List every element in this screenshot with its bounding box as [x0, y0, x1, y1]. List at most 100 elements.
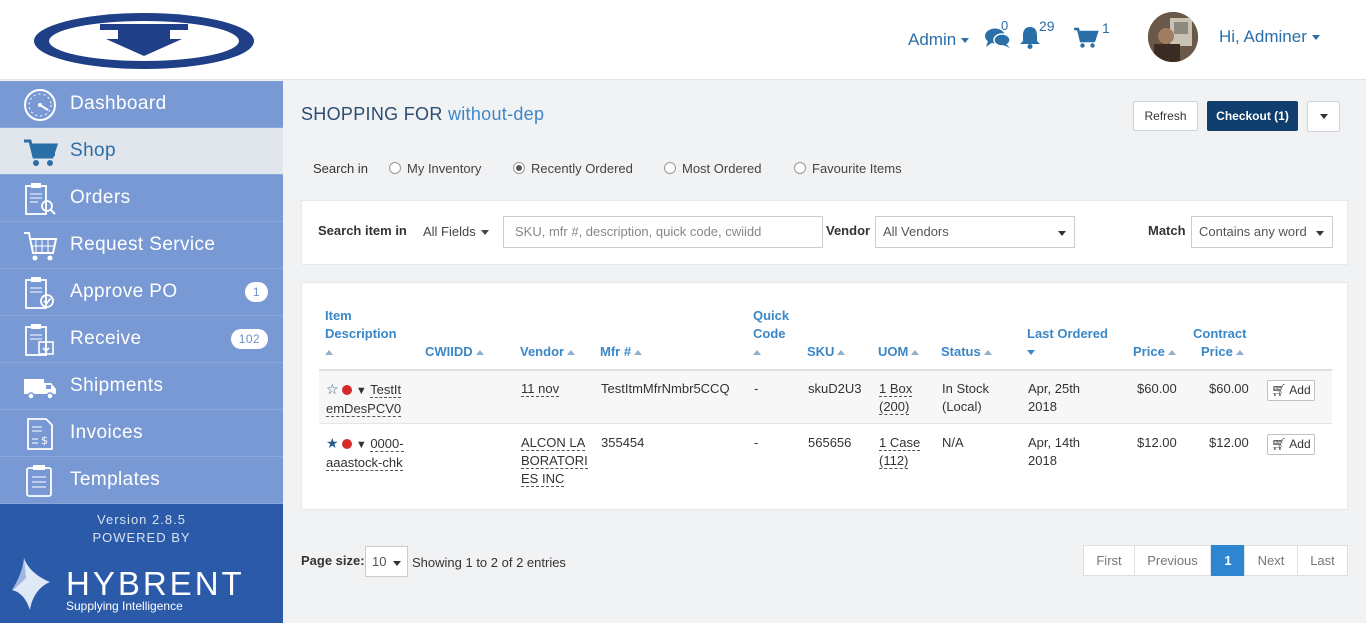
header-quick-code[interactable]: Quick Code: [753, 307, 789, 361]
mfr-cell: 355454: [601, 435, 645, 450]
vendor-cell: 11 nov: [521, 380, 560, 398]
uom-link[interactable]: 1 Case: [879, 435, 921, 451]
header-sku[interactable]: SKU: [807, 343, 846, 361]
dashboard-gauge-icon: [24, 89, 56, 121]
header-vendor[interactable]: Vendor: [520, 343, 576, 361]
radio-circle: [389, 162, 401, 174]
admin-menu[interactable]: Admin: [908, 30, 970, 50]
previous-page-button[interactable]: Previous: [1134, 545, 1211, 576]
vendor-select[interactable]: All Vendors: [875, 216, 1075, 248]
header-text-wrap: Price: [1201, 343, 1246, 361]
sidebar-footer: Version 2.8.5 POWERED BY HYBRENT Supplyi…: [0, 504, 283, 623]
search-filter-panel: Search item in All Fields SKU, mfr #, de…: [301, 200, 1348, 265]
checkout-options-dropdown[interactable]: [1307, 101, 1340, 132]
radio-circle: [794, 162, 806, 174]
header-status[interactable]: Status: [941, 343, 992, 361]
cart-icon[interactable]: [1073, 27, 1099, 49]
header-last-ordered[interactable]: Last Ordered: [1027, 325, 1108, 361]
status-text: In Stock: [942, 381, 989, 396]
last-ordered-cell: Apr, 14th 2018: [1028, 434, 1080, 470]
receive-clipboard-icon: [25, 324, 54, 356]
app-version: Version 2.8.5: [97, 512, 186, 527]
items-table: Item Description CWIIDD Vendor Mfr # Quic…: [301, 282, 1348, 510]
match-select[interactable]: Contains any word: [1191, 216, 1333, 248]
header-cwiidd[interactable]: CWIIDD: [425, 343, 484, 361]
radio-my-inventory[interactable]: My Inventory: [389, 161, 481, 176]
item-description-link[interactable]: aaastock-chk: [326, 455, 403, 471]
refresh-button[interactable]: Refresh: [1133, 101, 1198, 131]
radio-favourite-items[interactable]: Favourite Items: [794, 161, 902, 176]
sidebar-item-templates[interactable]: Templates: [0, 457, 283, 504]
header-text: SKU: [807, 344, 835, 359]
sidebar-item-label: Orders: [70, 187, 131, 208]
price-cell: $12.00: [1137, 435, 1177, 450]
sidebar-item-invoices[interactable]: $ Invoices: [0, 410, 283, 457]
last-page-button[interactable]: Last: [1297, 545, 1348, 576]
chevron-down-icon[interactable]: ▼: [356, 382, 367, 400]
last-ordered-text: Apr, 25th: [1028, 381, 1081, 396]
red-status-dot-icon: [342, 385, 353, 395]
item-description-link[interactable]: emDesPCV0: [326, 401, 402, 417]
user-menu[interactable]: Hi, Adminer: [1219, 27, 1320, 47]
vendor-link[interactable]: 11 nov: [521, 381, 560, 397]
uom-cell: 1 Box (200): [879, 380, 913, 416]
main-content: SHOPPING FOR without-dep Refresh Checkou…: [283, 81, 1366, 623]
add-to-cart-button[interactable]: 🛒︎ Add: [1267, 434, 1315, 455]
sidebar-item-orders[interactable]: Orders: [0, 175, 283, 222]
vendor-link[interactable]: ES INC: [521, 471, 565, 487]
sort-asc-icon: [1167, 350, 1176, 356]
page-size-select[interactable]: 10: [365, 546, 408, 577]
showing-entries-text: Showing 1 to 2 of 2 entries: [412, 555, 566, 570]
orders-clipboard-icon: [25, 183, 56, 215]
sidebar-item-receive[interactable]: Receive 102: [0, 316, 283, 363]
radio-circle: [664, 162, 676, 174]
brand-tagline: Supplying Intelligence: [66, 599, 183, 613]
brand-name: HYBRENT: [66, 565, 245, 602]
search-input[interactable]: SKU, mfr #, description, quick code, cwi…: [503, 216, 823, 248]
add-to-cart-button[interactable]: 🛒︎ Add: [1267, 380, 1315, 401]
star-filled-icon[interactable]: ★: [326, 435, 339, 451]
item-description-cell: ★ ▼ 0000- aaastock-chk: [326, 434, 404, 472]
current-page-button[interactable]: 1: [1211, 545, 1245, 576]
star-outline-icon[interactable]: ☆: [326, 381, 339, 397]
radio-recently-ordered[interactable]: Recently Ordered: [513, 161, 633, 176]
header-uom[interactable]: UOM: [878, 343, 920, 361]
first-page-button[interactable]: First: [1083, 545, 1135, 576]
status-text: (Local): [942, 399, 982, 414]
department-link[interactable]: without-dep: [448, 104, 544, 124]
vendor-link[interactable]: ALCON LA: [521, 435, 586, 451]
uom-link[interactable]: (112): [879, 453, 909, 469]
contract-price-cell: $60.00: [1209, 381, 1249, 396]
sidebar-item-approve-po[interactable]: Approve PO 1: [0, 269, 283, 316]
vendor-link[interactable]: BORATORI: [521, 453, 588, 469]
header-mfr[interactable]: Mfr #: [600, 343, 643, 361]
status-cell: In Stock (Local): [942, 380, 989, 416]
sidebar-item-shipments[interactable]: Shipments: [0, 363, 283, 410]
sku-cell: skuD2U3: [808, 381, 862, 396]
quick-code-cell: -: [754, 435, 759, 450]
add-button-label: Add: [1289, 437, 1311, 451]
chevron-down-icon: [1316, 231, 1324, 236]
request-service-icon: [24, 232, 58, 261]
red-status-dot-icon: [342, 439, 353, 449]
sidebar-item-dashboard[interactable]: Dashboard: [0, 81, 283, 128]
next-page-button[interactable]: Next: [1244, 545, 1298, 576]
uom-link[interactable]: (200): [879, 399, 910, 415]
uom-link[interactable]: 1 Box: [879, 381, 913, 397]
fields-dropdown-value: All Fields: [423, 224, 476, 239]
fields-dropdown[interactable]: All Fields: [423, 224, 489, 239]
header-price[interactable]: Price: [1133, 343, 1176, 361]
item-description-link[interactable]: 0000-: [370, 436, 404, 452]
sidebar-item-shop[interactable]: Shop: [0, 128, 283, 175]
sidebar-item-label: Approve PO: [70, 281, 178, 302]
header-contract-price[interactable]: Contract Price: [1193, 325, 1246, 361]
item-description-link[interactable]: TestIt: [370, 382, 402, 398]
checkout-button[interactable]: Checkout (1): [1207, 101, 1298, 131]
avatar[interactable]: [1148, 12, 1198, 62]
company-logo[interactable]: [30, 10, 258, 72]
sidebar-item-request-service[interactable]: Request Service: [0, 222, 283, 269]
chevron-down-icon[interactable]: ▼: [356, 436, 367, 454]
radio-most-ordered[interactable]: Most Ordered: [664, 161, 761, 176]
sidebar-item-label: Receive: [70, 328, 142, 349]
header-item-description[interactable]: Item Description: [325, 307, 397, 361]
